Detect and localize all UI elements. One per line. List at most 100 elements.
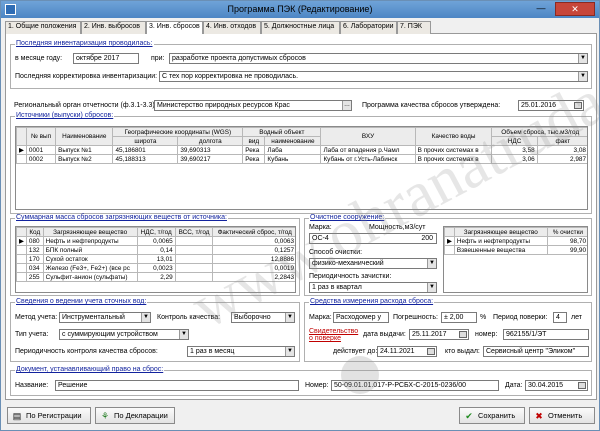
control-period-select[interactable]: 1 раз в месяц ▼ — [187, 346, 295, 357]
cell[interactable]: 12,8886 — [212, 254, 295, 264]
cell[interactable]: Нефть и нефтепродукты — [42, 236, 138, 246]
issue-date-field[interactable]: 25.11.2017 — [409, 329, 469, 340]
cell[interactable]: Взвешенные вещества — [453, 245, 548, 255]
cell[interactable] — [174, 254, 214, 264]
accounting-method-select[interactable]: Инструментальный ▼ — [59, 312, 151, 323]
cell[interactable]: 2,2843 — [212, 272, 295, 282]
cell[interactable]: 0,0019 — [212, 263, 295, 273]
by-registration-button[interactable]: ▤ По Регистрации — [7, 407, 91, 424]
document-date-field[interactable]: 30.04.2015 — [525, 380, 588, 391]
cell[interactable]: 13,01 — [136, 254, 176, 264]
document-number-field[interactable]: 50-09.01.01.017-Р-РСБХ-С-2015-0236/00 — [331, 380, 499, 391]
cell[interactable]: БПК полный — [42, 245, 138, 255]
table-row[interactable]: Взвешенные вещества 99,90 — [444, 245, 587, 255]
cell[interactable]: 0,14 — [136, 245, 176, 255]
cell[interactable]: Кубань от г.Усть-Лабинск — [320, 154, 416, 164]
calendar-icon[interactable] — [578, 382, 586, 389]
certificate-link[interactable]: Свидетельство о поверке — [309, 328, 361, 342]
cell[interactable]: Выпуск №1 — [55, 145, 114, 155]
accounting-type-select[interactable]: с суммирующим устройством ▼ — [59, 329, 189, 340]
cleaning-period-select[interactable]: 1 раз в квартал ▼ — [309, 282, 437, 293]
regional-authority-field[interactable]: Министерство природных ресурсов Крас… — [154, 100, 352, 111]
tab-officials[interactable]: 5. Должностные лица — [261, 21, 340, 34]
cell[interactable]: 3,58 — [491, 145, 538, 155]
quality-control-select[interactable]: Выборочно ▼ — [231, 312, 295, 323]
treatment-mark-field[interactable]: ОС-4 200 — [309, 233, 437, 244]
cell[interactable]: Нефть и нефтепродукты — [453, 236, 548, 246]
table-row[interactable]: ▶ 0001 Выпуск №1 45,186801 39,690313 Рек… — [16, 145, 587, 155]
table-row[interactable]: 0002 Выпуск №2 45,188313 39,690217 Река … — [16, 154, 587, 164]
cell[interactable] — [174, 272, 214, 282]
tab-laboratories[interactable]: 6. Лаборатории — [340, 21, 397, 34]
tab-pek[interactable]: 7. ПЭК — [397, 21, 431, 34]
cell[interactable]: Сульфит-анион (сульфаты) — [42, 272, 138, 282]
cell[interactable]: 98,70 — [546, 236, 587, 246]
cert-number-field[interactable]: 962155/1/ЭТ — [503, 329, 589, 340]
meter-mark-field[interactable]: Расходомер у — [333, 312, 389, 323]
tab-emissions-inventory[interactable]: 2. Инв. выбросов — [81, 21, 146, 34]
cell[interactable]: 0001 — [25, 145, 57, 155]
table-row[interactable]: 170 Сухой остаток 13,01 12,8886 — [16, 254, 295, 264]
cell[interactable]: 0,1257 — [212, 245, 295, 255]
cell[interactable]: 45,186801 — [112, 145, 179, 155]
valid-until-field[interactable]: 24.11.2021 — [377, 346, 437, 357]
cell[interactable]: Сухой остаток — [42, 254, 138, 264]
tab-general[interactable]: 1. Общие положения — [5, 21, 81, 34]
treatment-power-value[interactable]: 200 — [421, 235, 433, 242]
calendar-icon[interactable] — [574, 102, 582, 109]
cell[interactable]: В прочих системах в — [414, 145, 493, 155]
cell[interactable]: 255 — [25, 272, 44, 282]
table-row[interactable]: 132 БПК полный 0,14 0,1257 — [16, 245, 295, 255]
error-field[interactable]: ± 2,00 — [441, 312, 477, 323]
when-select[interactable]: разработке проекта допустимых сбросов ▼ — [169, 53, 588, 64]
calendar-icon[interactable] — [459, 331, 467, 338]
cell[interactable] — [174, 263, 214, 273]
cell[interactable]: Лаба от впадения р.Чамл — [320, 145, 416, 155]
calendar-icon[interactable] — [427, 348, 435, 355]
cell[interactable]: 99,90 — [546, 245, 587, 255]
cell[interactable]: 39,690313 — [177, 145, 244, 155]
cell[interactable]: 3,06 — [491, 154, 538, 164]
cell[interactable]: 0002 — [25, 154, 57, 164]
cell[interactable]: 39,690217 — [177, 154, 244, 164]
cell[interactable]: 0,0023 — [136, 263, 176, 273]
cell[interactable]: Кубань — [264, 154, 322, 164]
cell[interactable]: 3,08 — [536, 145, 587, 155]
minimize-button[interactable]: — — [531, 2, 551, 16]
tab-discharges-inventory[interactable]: 3. Инв. сбросов — [146, 21, 203, 35]
ellipsis-icon[interactable]: … — [342, 101, 351, 110]
cell[interactable]: 0,0065 — [136, 236, 176, 246]
cell[interactable]: 080 — [25, 236, 44, 246]
table-row[interactable]: 034 Железо (Fe3+, Fe2+) (все рс 0,0023 0,00… — [16, 263, 295, 273]
cell[interactable]: Река — [242, 145, 266, 155]
cell[interactable] — [174, 245, 214, 255]
cell[interactable]: В прочих системах в — [414, 154, 493, 164]
cell[interactable]: Выпуск №2 — [55, 154, 114, 164]
verification-period-field[interactable]: 4 — [553, 312, 567, 323]
cell[interactable] — [174, 236, 214, 246]
cell[interactable]: 0,0063 — [212, 236, 295, 246]
cell[interactable]: Река — [242, 154, 266, 164]
save-button[interactable]: ✔ Сохранить — [459, 407, 525, 424]
cancel-button[interactable]: ✖ Отменить — [529, 407, 595, 424]
close-button[interactable]: ✕ — [555, 2, 595, 16]
last-adjustment-select[interactable]: С тех пор корректировка не проводилась. ▼ — [159, 71, 588, 82]
by-declaration-button[interactable]: ⚘ По Декларации — [95, 407, 175, 424]
cell[interactable]: 2,29 — [136, 272, 176, 282]
cell[interactable]: 034 — [25, 263, 44, 273]
table-row[interactable]: 255 Сульфит-анион (сульфаты) 2,29 2,2843 — [16, 272, 295, 282]
program-date-field[interactable]: 25.01.2016 — [518, 100, 584, 111]
cell[interactable]: 132 — [25, 245, 44, 255]
table-row[interactable]: ▶ 080 Нефть и нефтепродукты 0,0065 0,0063 — [16, 236, 295, 246]
tab-waste-inventory[interactable]: 4. Инв. отходов — [203, 21, 261, 34]
cell[interactable]: 2,987 — [536, 154, 587, 164]
document-name-field[interactable]: Решение — [55, 380, 299, 391]
cell[interactable]: 45,188313 — [112, 154, 179, 164]
table-row[interactable]: ▶ Нефть и нефтепродукты 98,70 — [444, 236, 587, 246]
month-field[interactable]: октябре 2017 — [73, 53, 139, 64]
cell[interactable]: 170 — [25, 254, 44, 264]
treatment-method-select[interactable]: физико-механический ▼ — [309, 258, 437, 269]
cell[interactable]: Железо (Fe3+, Fe2+) (все рс — [42, 263, 138, 273]
cell[interactable]: Лаба — [264, 145, 322, 155]
issuer-field[interactable]: Сервисный центр "Эликом" — [483, 346, 589, 357]
